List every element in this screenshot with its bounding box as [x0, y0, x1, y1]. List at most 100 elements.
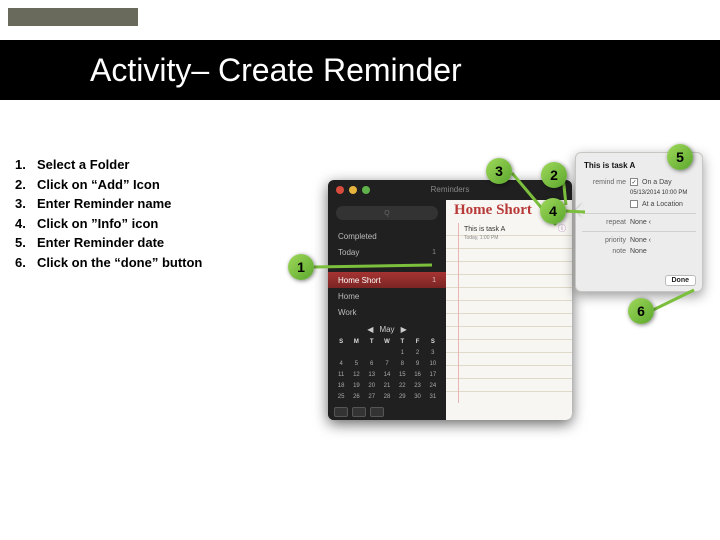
next-month-icon[interactable]: ▶ — [401, 325, 407, 334]
calendar-day[interactable]: 27 — [365, 392, 379, 402]
calendar-day[interactable]: 30 — [410, 392, 424, 402]
at-location-checkbox[interactable] — [630, 200, 638, 208]
calendar-day[interactable]: 1 — [395, 348, 409, 358]
search-icon: Q — [384, 210, 389, 217]
callout-badge-5: 5 — [667, 144, 693, 170]
slide-title: Activity– Create Reminder — [90, 52, 462, 89]
calendar-day[interactable]: 12 — [349, 370, 363, 380]
connector-6 — [653, 290, 694, 310]
view-list-icon[interactable] — [334, 407, 348, 417]
priority-value[interactable]: None ‹ — [630, 237, 651, 244]
divider — [582, 213, 696, 214]
calendar-day[interactable]: 29 — [395, 392, 409, 402]
on-a-day-label: On a Day — [642, 179, 672, 186]
calendar-dow: S — [334, 337, 348, 347]
reminders-window: Reminders Q Completed Today1 Home Short1… — [328, 180, 572, 420]
on-a-day-checkbox[interactable]: ✓ — [630, 178, 638, 186]
callout-badge-1: 1 — [288, 254, 314, 280]
calendar-day — [334, 348, 348, 358]
calendar-dow: F — [410, 337, 424, 347]
accent-bar — [8, 8, 138, 26]
calendar-day — [349, 348, 363, 358]
task-list: This is task A ⓘ Today, 1:00 PM — [446, 223, 572, 403]
done-button[interactable]: Done — [665, 275, 697, 286]
calendar-day[interactable]: 31 — [426, 392, 440, 402]
task-row[interactable]: This is task A ⓘ — [464, 223, 566, 234]
calendar-day[interactable]: 20 — [365, 381, 379, 391]
view-add-icon[interactable] — [370, 407, 384, 417]
calendar-day[interactable]: 2 — [410, 348, 424, 358]
calendar-day[interactable]: 18 — [334, 381, 348, 391]
calendar-day[interactable]: 15 — [395, 370, 409, 380]
calendar-month: May — [379, 325, 394, 334]
calendar-day[interactable]: 5 — [349, 359, 363, 369]
list-pane: + Home Short This is task A ⓘ Today, 1:0… — [446, 200, 572, 420]
repeat-value[interactable]: None ‹ — [630, 219, 651, 226]
callout-badge-3: 3 — [486, 158, 512, 184]
sidebar-item-home-short[interactable]: Home Short1 — [328, 272, 446, 288]
calendar-grid[interactable]: SMTWTFS123456789101112131415161718192021… — [334, 337, 440, 402]
search-input[interactable]: Q — [336, 206, 438, 220]
margin-line — [458, 223, 459, 403]
task-name: This is task A — [464, 226, 505, 233]
sidebar-item-completed[interactable]: Completed — [328, 228, 446, 244]
calendar-day[interactable]: 8 — [395, 359, 409, 369]
calendar-dow: T — [365, 337, 379, 347]
step-item: 5.Enter Reminder date — [15, 233, 295, 253]
at-location-label: At a Location — [642, 201, 683, 208]
title-band: Activity– Create Reminder — [0, 40, 720, 100]
calendar-dow: T — [395, 337, 409, 347]
step-item: 2.Click on “Add” Icon — [15, 175, 295, 195]
calendar-day[interactable]: 7 — [380, 359, 394, 369]
calendar-day[interactable]: 17 — [426, 370, 440, 380]
reminder-date-field[interactable]: 05/13/2014 10:00 PM — [630, 190, 687, 196]
callout-badge-4: 4 — [540, 198, 566, 224]
calendar-day[interactable]: 24 — [426, 381, 440, 391]
view-calendar-icon[interactable] — [352, 407, 366, 417]
calendar-day[interactable]: 13 — [365, 370, 379, 380]
note-value[interactable]: None — [630, 248, 647, 255]
steps-list: 1.Select a Folder 2.Click on “Add” Icon … — [15, 155, 295, 272]
calendar-day[interactable]: 4 — [334, 359, 348, 369]
calendar-day[interactable]: 28 — [380, 392, 394, 402]
prev-month-icon[interactable]: ◀ — [367, 325, 373, 334]
calendar-dow: W — [380, 337, 394, 347]
callout-badge-6: 6 — [628, 298, 654, 324]
calendar-day[interactable]: 6 — [365, 359, 379, 369]
priority-label: priority — [584, 237, 626, 244]
calendar-day[interactable]: 11 — [334, 370, 348, 380]
calendar-dow: S — [426, 337, 440, 347]
calendar-day[interactable]: 26 — [349, 392, 363, 402]
sidebar: Q Completed Today1 Home Short1 Home Work… — [328, 200, 446, 420]
step-item: 3.Enter Reminder name — [15, 194, 295, 214]
divider — [582, 231, 696, 232]
calendar-day[interactable]: 16 — [410, 370, 424, 380]
calendar-day[interactable]: 21 — [380, 381, 394, 391]
calendar-day[interactable]: 19 — [349, 381, 363, 391]
sidebar-item-today[interactable]: Today1 — [328, 244, 446, 260]
step-item: 4.Click on ”Info” icon — [15, 214, 295, 234]
remind-me-label: remind me — [584, 179, 626, 186]
calendar-day[interactable]: 22 — [395, 381, 409, 391]
calendar-day[interactable]: 9 — [410, 359, 424, 369]
folder-list: Completed Today1 Home Short1 Home Work — [328, 228, 446, 320]
calendar-day — [365, 348, 379, 358]
repeat-label: repeat — [584, 219, 626, 226]
calendar-day[interactable]: 25 — [334, 392, 348, 402]
divider — [328, 260, 446, 272]
reminder-details-popover: This is task A remind me ✓ On a Day 05/1… — [575, 152, 703, 292]
calendar-day[interactable]: 3 — [426, 348, 440, 358]
note-label: note — [584, 248, 626, 255]
calendar-day[interactable]: 10 — [426, 359, 440, 369]
task-date: Today, 1:00 PM — [464, 235, 498, 241]
sidebar-item-home[interactable]: Home — [328, 288, 446, 304]
calendar-day[interactable]: 23 — [410, 381, 424, 391]
callout-badge-2: 2 — [541, 162, 567, 188]
info-icon[interactable]: ⓘ — [558, 223, 566, 234]
sidebar-item-work[interactable]: Work — [328, 304, 446, 320]
calendar-day — [380, 348, 394, 358]
calendar-dow: M — [349, 337, 363, 347]
calendar-day[interactable]: 14 — [380, 370, 394, 380]
view-toggle — [334, 407, 384, 417]
step-item: 1.Select a Folder — [15, 155, 295, 175]
